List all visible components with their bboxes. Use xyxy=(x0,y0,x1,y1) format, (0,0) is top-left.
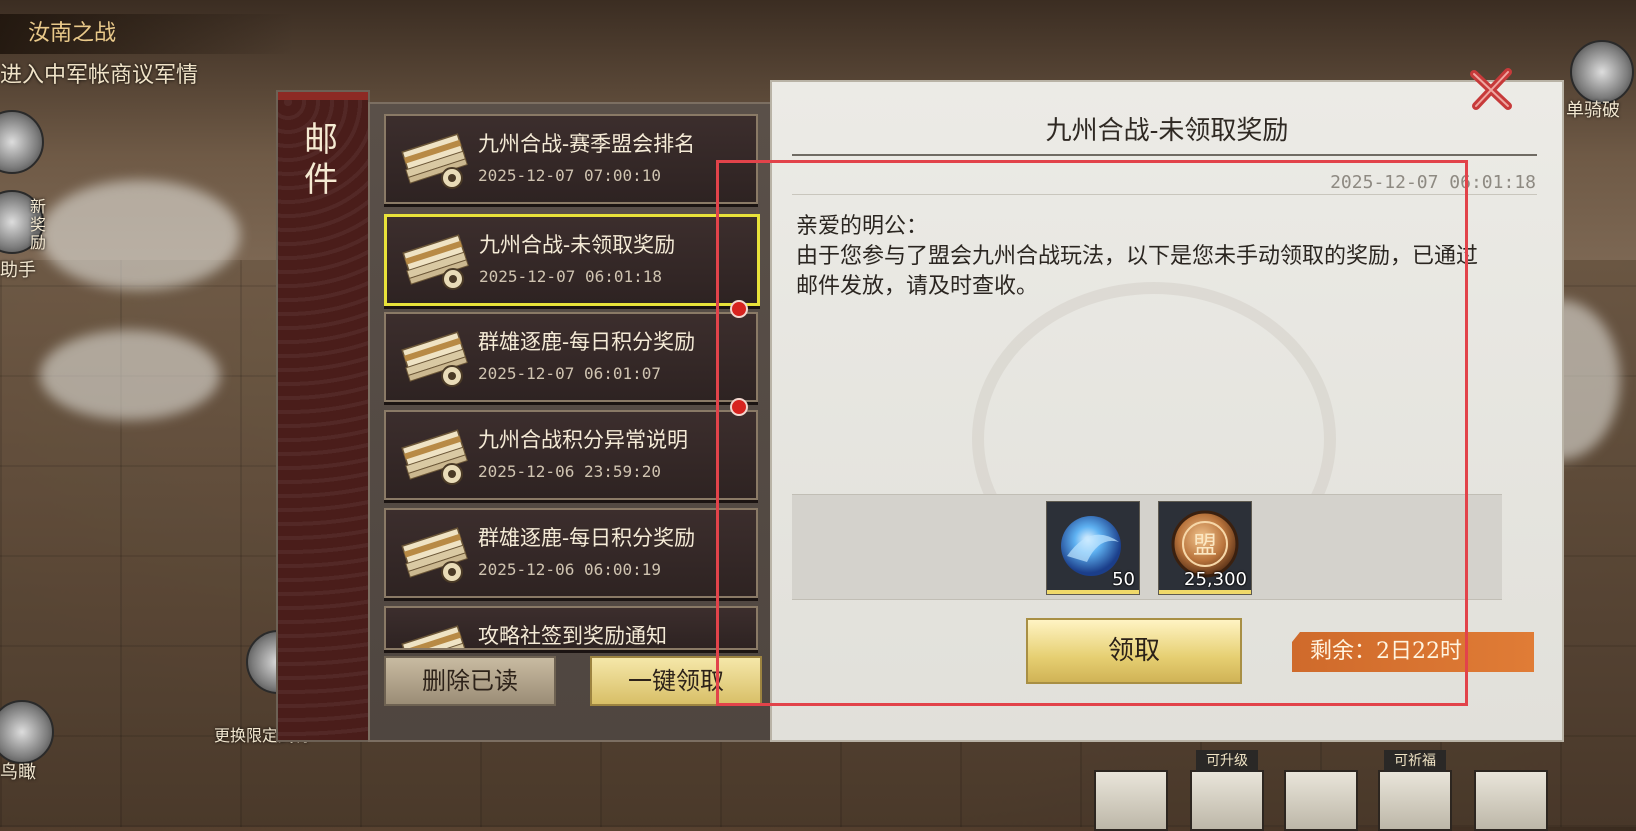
mail-title: 群雄逐鹿-每日积分奖励 xyxy=(478,330,696,354)
single-ride-icon[interactable] xyxy=(1570,40,1634,104)
blessing-tag: 可祈福 xyxy=(1384,750,1446,772)
delete-read-button[interactable]: 删除已读 xyxy=(384,656,556,706)
close-button[interactable] xyxy=(1468,66,1514,112)
quest-banner[interactable]: 汝南之战 xyxy=(0,14,294,54)
mail-item[interactable]: 九州合战积分异常说明 2025-12-06 23:59:20 xyxy=(384,410,758,500)
mail-item[interactable]: 群雄逐鹿-每日积分奖励 2025-12-07 06:01:07 xyxy=(384,312,758,402)
bottom-menu-icon[interactable] xyxy=(1284,770,1358,831)
mail-scroll-icon xyxy=(401,429,468,485)
snow-patch xyxy=(40,180,240,290)
mail-title: 群雄逐鹿-每日积分奖励 xyxy=(478,526,696,550)
mail-item[interactable]: 攻略社签到奖励通知 xyxy=(384,606,758,650)
mail-tab-strip: 邮件 xyxy=(276,90,370,742)
tab-mail[interactable]: 邮件 xyxy=(298,120,344,200)
mail-title: 攻略社签到奖励通知 xyxy=(478,624,667,648)
quest-title: 汝南之战 xyxy=(28,21,117,46)
mail-item[interactable]: 群雄逐鹿-每日积分奖励 2025-12-06 06:00:19 xyxy=(384,508,758,598)
mail-scroll-icon xyxy=(401,331,468,387)
mail-list-panel[interactable]: 九州合战-赛季盟会排名 2025-12-07 07:00:10 九州合战-未领取… xyxy=(368,102,772,742)
bottom-menu-icon[interactable] xyxy=(1378,770,1452,831)
mail-scroll-icon xyxy=(401,527,468,583)
highlight-frame xyxy=(716,160,1468,706)
title-divider xyxy=(792,154,1537,156)
mail-scroll-icon xyxy=(402,234,469,290)
mail-date: 2025-12-07 06:01:18 xyxy=(479,267,663,286)
close-icon xyxy=(1470,68,1512,110)
tab-accent xyxy=(278,92,368,100)
bird-view-label: 鸟瞰 xyxy=(0,762,36,783)
mail-scroll-icon xyxy=(401,133,468,189)
quest-subtitle: 进入中军帐商议军情 xyxy=(0,63,199,88)
mail-detail-title: 九州合战-未领取奖励 xyxy=(1045,116,1289,146)
assistant-label: 助手 xyxy=(0,260,36,281)
new-reward-label: 新奖励 xyxy=(30,197,47,252)
bottom-menu-icon[interactable] xyxy=(1094,770,1168,831)
mail-date: 2025-12-06 23:59:20 xyxy=(478,462,662,481)
bottom-menu-icon[interactable] xyxy=(1190,770,1264,831)
snow-patch xyxy=(40,330,220,420)
mail-title: 九州合战-赛季盟会排名 xyxy=(478,132,696,156)
mail-title: 九州合战积分异常说明 xyxy=(478,428,688,452)
bottom-menu-icon[interactable] xyxy=(1474,770,1548,831)
mail-date: 2025-12-06 06:00:19 xyxy=(478,560,662,579)
upgradeable-tag: 可升级 xyxy=(1196,750,1258,772)
mail-item[interactable]: 九州合战-赛季盟会排名 2025-12-07 07:00:10 xyxy=(384,114,758,204)
mail-scroll-icon xyxy=(401,625,467,648)
mail-date: 2025-12-07 06:01:07 xyxy=(478,364,662,383)
mail-title: 九州合战-未领取奖励 xyxy=(479,233,676,257)
mail-date: 2025-12-07 07:00:10 xyxy=(478,166,662,185)
single-ride-label: 单骑破 xyxy=(1566,100,1620,121)
mail-item[interactable]: 九州合战-未领取奖励 2025-12-07 06:01:18 xyxy=(384,214,760,306)
